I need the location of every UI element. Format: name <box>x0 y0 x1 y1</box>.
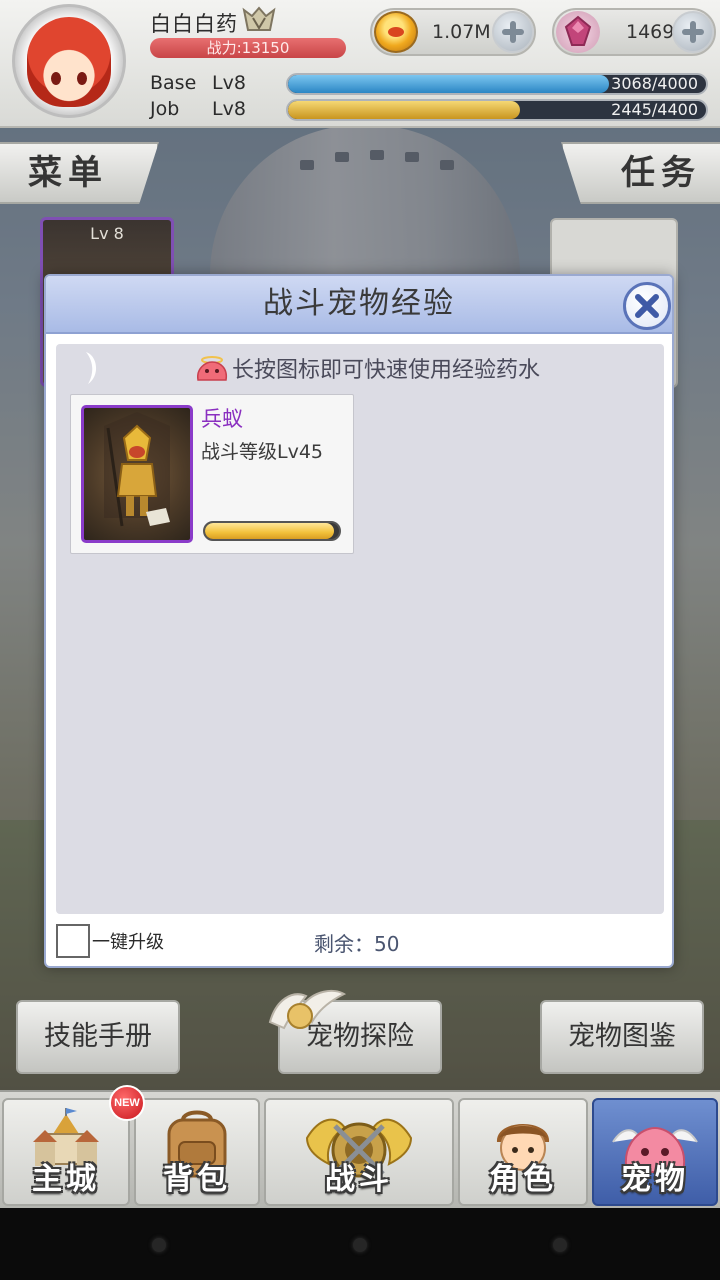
winged-helmet-icon <box>268 989 347 1030</box>
pet-catalog-button[interactable]: 宠物图鉴 <box>540 1000 704 1074</box>
menu-button[interactable]: 菜单 <box>0 142 159 204</box>
gold-amount: 1.07M <box>432 21 491 43</box>
player-name: 白白白药 <box>150 12 238 36</box>
pet-name: 兵蚁 <box>201 407 243 431</box>
dialog-header: 战斗宠物经验 <box>46 276 672 334</box>
pet-level: 战斗等级Lv45 <box>201 441 324 463</box>
avatar[interactable] <box>12 4 126 118</box>
nav-label: 战斗 <box>325 1162 393 1197</box>
gem-amount: 1469 <box>626 21 675 43</box>
nav-label: 宠物 <box>621 1162 689 1197</box>
nav-main-city[interactable]: 主城 <box>2 1098 130 1206</box>
hint-row: 长按图标即可快速使用经验药水 <box>194 350 540 386</box>
pet-exp-bar <box>203 521 341 541</box>
gold-coin-icon <box>374 11 418 53</box>
dialog-title: 战斗宠物经验 <box>263 286 455 321</box>
system-recents-button[interactable] <box>553 1238 567 1252</box>
close-icon <box>635 294 659 318</box>
nav-label: 角色 <box>489 1162 557 1197</box>
nav-pet[interactable]: 宠物 <box>592 1098 718 1206</box>
add-gem-button[interactable] <box>672 11 714 53</box>
avatar-eye <box>51 72 61 85</box>
system-back-button[interactable] <box>152 1238 166 1252</box>
poring-icon <box>197 356 228 381</box>
pink-gem-icon <box>556 11 600 53</box>
dialog-content: 长按图标即可快速使用经验药水 兵蚁 战斗等级Lv45 <box>56 344 664 914</box>
one-key-upgrade-checkbox[interactable] <box>56 924 90 958</box>
avatar-eye <box>77 72 87 85</box>
job-exp-text: 2445/4400 <box>611 100 698 119</box>
job-exp-fill <box>288 101 521 119</box>
pet-exp-fill <box>205 523 334 539</box>
crescent-icon <box>86 352 97 384</box>
pet-portrait[interactable] <box>81 405 193 543</box>
combat-power-bar: 战力:13150 <box>150 38 346 58</box>
nav-backpack[interactable]: 背包 <box>134 1098 260 1206</box>
base-exp-fill <box>288 75 609 93</box>
base-level: Lv8 <box>212 72 246 94</box>
pet-card[interactable]: 兵蚁 战斗等级Lv45 <box>70 394 354 554</box>
soldier-ant-icon <box>104 412 170 527</box>
skill-book-button[interactable]: 技能手册 <box>16 1000 180 1074</box>
pet-exp-dialog: 战斗宠物经验 长按图标即可快速使用经验药水 兵蚁 战斗等级Lv45 一键升级 剩… <box>44 274 674 968</box>
new-badge: NEW <box>109 1085 145 1121</box>
rank-badge-icon <box>242 6 276 31</box>
gold-currency: 1.07M <box>370 8 536 56</box>
close-button[interactable] <box>623 282 671 330</box>
job-level: Lv8 <box>212 98 246 120</box>
base-exp-bar: 3068/4000 <box>286 73 708 95</box>
left-card-level: Lv 8 <box>90 224 124 243</box>
base-exp-text: 3068/4000 <box>611 74 698 93</box>
hint-text: 长按图标即可快速使用经验药水 <box>232 358 541 383</box>
one-key-upgrade-label: 一键升级 <box>92 932 164 953</box>
base-label: Base <box>150 72 197 94</box>
system-home-button[interactable] <box>353 1238 367 1252</box>
system-navigation-bar <box>0 1208 720 1280</box>
job-exp-bar: 2445/4400 <box>286 99 708 121</box>
nav-label: 主城 <box>32 1162 100 1197</box>
nav-battle[interactable]: 战斗 <box>264 1098 454 1206</box>
gem-currency: 1469 <box>552 8 716 56</box>
nav-label: 背包 <box>163 1162 231 1197</box>
remaining-count: 剩余：50 <box>314 932 400 956</box>
add-gold-button[interactable] <box>492 11 534 53</box>
bottom-nav: 主城 背包 战斗 角色 宠物 <box>0 1090 720 1208</box>
avatar-face <box>27 17 111 107</box>
nav-character[interactable]: 角色 <box>458 1098 588 1206</box>
tasks-button[interactable]: 任务 <box>561 142 720 204</box>
player-header: 白白白药 战力:13150 Base Lv8 3068/4000 Job Lv8… <box>0 0 720 128</box>
job-label: Job <box>150 98 180 120</box>
